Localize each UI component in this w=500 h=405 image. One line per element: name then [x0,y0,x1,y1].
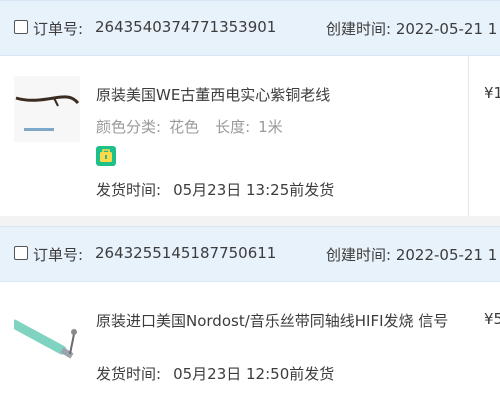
order-select-checkbox[interactable] [14,20,28,34]
created-time-value: 2022-05-21 1 [395,20,498,38]
ship-time-value: 05月23日 12:50前发货 [173,365,335,383]
order-number: 2643540374771353901 [95,18,277,36]
product-title[interactable]: 原装美国WE古董西电实心紫铜老线 [96,84,466,107]
order-number-label: 订单号: [33,20,84,38]
item-price: ¥5 [484,310,500,328]
product-thumbnail[interactable] [14,306,80,372]
ship-time-label: 发货时间: [96,181,162,199]
created-time: 创建时间: 2022-05-21 1 [326,18,497,39]
order-item: 原装美国WE古董西电实心紫铜老线 颜色分类: 花色 长度: 1米 发货时间: 05月23… [0,56,500,216]
created-time-value: 2022-05-21 1 [395,246,498,264]
item-price: ¥1 [484,84,500,102]
product-thumbnail[interactable] [14,76,80,142]
order-header: 订单号: 2643540374771353901 创建时间: 2022-05-2… [0,0,500,56]
ship-time: 发货时间: 05月23日 12:50前发货 [96,363,334,384]
length-label: 长度: [215,118,251,136]
column-divider [468,56,469,216]
order-number: 2643255145187750611 [95,244,277,262]
order-number-label: 订单号: [33,246,84,264]
bag-icon[interactable] [96,146,116,166]
product-title[interactable]: 原装进口美国Nordost/音乐丝带同轴线HIFI发烧 信号 [96,310,466,333]
created-time: 创建时间: 2022-05-21 1 [326,244,497,265]
ship-time-value: 05月23日 13:25前发货 [173,181,335,199]
created-time-label: 创建时间: [326,20,392,38]
order-item: 原装进口美国Nordost/音乐丝带同轴线HIFI发烧 信号 发货时间: 05月2… [0,282,500,405]
created-time-label: 创建时间: [326,246,392,264]
ship-time-label: 发货时间: [96,365,162,383]
ship-time: 发货时间: 05月23日 13:25前发货 [96,179,334,200]
color-label: 颜色分类: [96,118,162,136]
order-select-checkbox[interactable] [14,246,28,260]
color-value: 花色 [169,118,200,136]
order-separator [0,216,500,226]
product-spec: 颜色分类: 花色 长度: 1米 [96,116,283,137]
length-value: 1米 [258,118,283,136]
order-header: 订单号: 2643255145187750611 创建时间: 2022-05-2… [0,226,500,282]
